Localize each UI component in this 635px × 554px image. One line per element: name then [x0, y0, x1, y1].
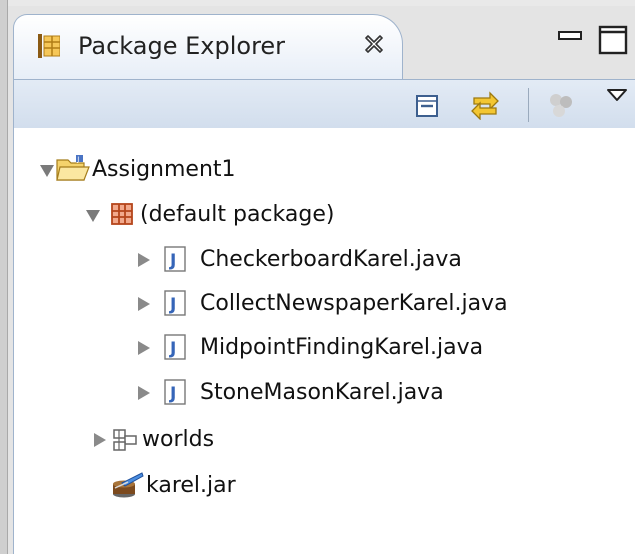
tree-item-file[interactable]: J StoneMasonKarel.java	[134, 373, 554, 413]
project-folder-icon: J	[56, 155, 90, 181]
svg-text:J: J	[169, 251, 176, 271]
focus-icon[interactable]	[547, 92, 575, 118]
java-file-icon: J	[164, 246, 186, 272]
expanded-arrow-icon[interactable]	[38, 150, 56, 190]
collapse-all-icon[interactable]	[416, 95, 438, 117]
collapsed-arrow-icon[interactable]	[134, 373, 152, 413]
link-with-editor-icon[interactable]	[470, 88, 500, 120]
view-title: Package Explorer	[78, 32, 286, 60]
tree-item-default-package[interactable]: (default package)	[84, 195, 484, 235]
svg-text:J: J	[169, 339, 176, 359]
window-frame-top	[0, 0, 635, 6]
jar-label: karel.jar	[146, 473, 236, 498]
view-menu-icon[interactable]	[606, 88, 628, 102]
file-label: CollectNewspaperKarel.java	[200, 291, 508, 316]
tree-item-jar[interactable]: karel.jar	[112, 466, 412, 506]
package-label: (default package)	[140, 202, 335, 227]
tree-item-project[interactable]: J Assignment1	[38, 150, 438, 190]
toolbar-separator	[528, 88, 529, 122]
package-explorer-icon	[38, 34, 60, 58]
svg-text:J: J	[169, 295, 176, 315]
tree-item-worlds[interactable]: worlds	[90, 420, 390, 460]
tree-item-file[interactable]: J CheckerboardKarel.java	[134, 240, 594, 280]
java-file-icon: J	[164, 334, 186, 360]
file-label: MidpointFindingKarel.java	[200, 335, 484, 360]
close-icon[interactable]	[364, 34, 384, 54]
svg-text:J: J	[76, 155, 79, 163]
window-frame-left	[0, 0, 8, 554]
view-toolbar	[13, 80, 635, 128]
collapsed-arrow-icon[interactable]	[134, 240, 152, 280]
package-icon	[111, 203, 133, 225]
collapsed-arrow-icon[interactable]	[90, 420, 108, 460]
minimize-icon[interactable]	[558, 30, 582, 42]
collapsed-arrow-icon[interactable]	[134, 328, 152, 368]
file-label: CheckerboardKarel.java	[200, 247, 462, 272]
package-tree: J Assignment1 (default package) J Checke…	[13, 128, 635, 554]
collapsed-arrow-icon[interactable]	[134, 284, 152, 324]
java-file-icon: J	[164, 290, 186, 316]
svg-text:J: J	[169, 384, 176, 404]
java-file-icon: J	[164, 379, 186, 405]
project-label: Assignment1	[92, 157, 236, 182]
maximize-icon[interactable]	[598, 25, 628, 55]
expanded-arrow-icon[interactable]	[84, 195, 102, 235]
tree-item-file[interactable]: J MidpointFindingKarel.java	[134, 328, 604, 368]
jar-icon	[113, 472, 144, 498]
tree-item-file[interactable]: J CollectNewspaperKarel.java	[134, 284, 614, 324]
folder-icon	[113, 429, 137, 451]
worlds-label: worlds	[142, 427, 215, 452]
file-label: StoneMasonKarel.java	[200, 380, 444, 405]
